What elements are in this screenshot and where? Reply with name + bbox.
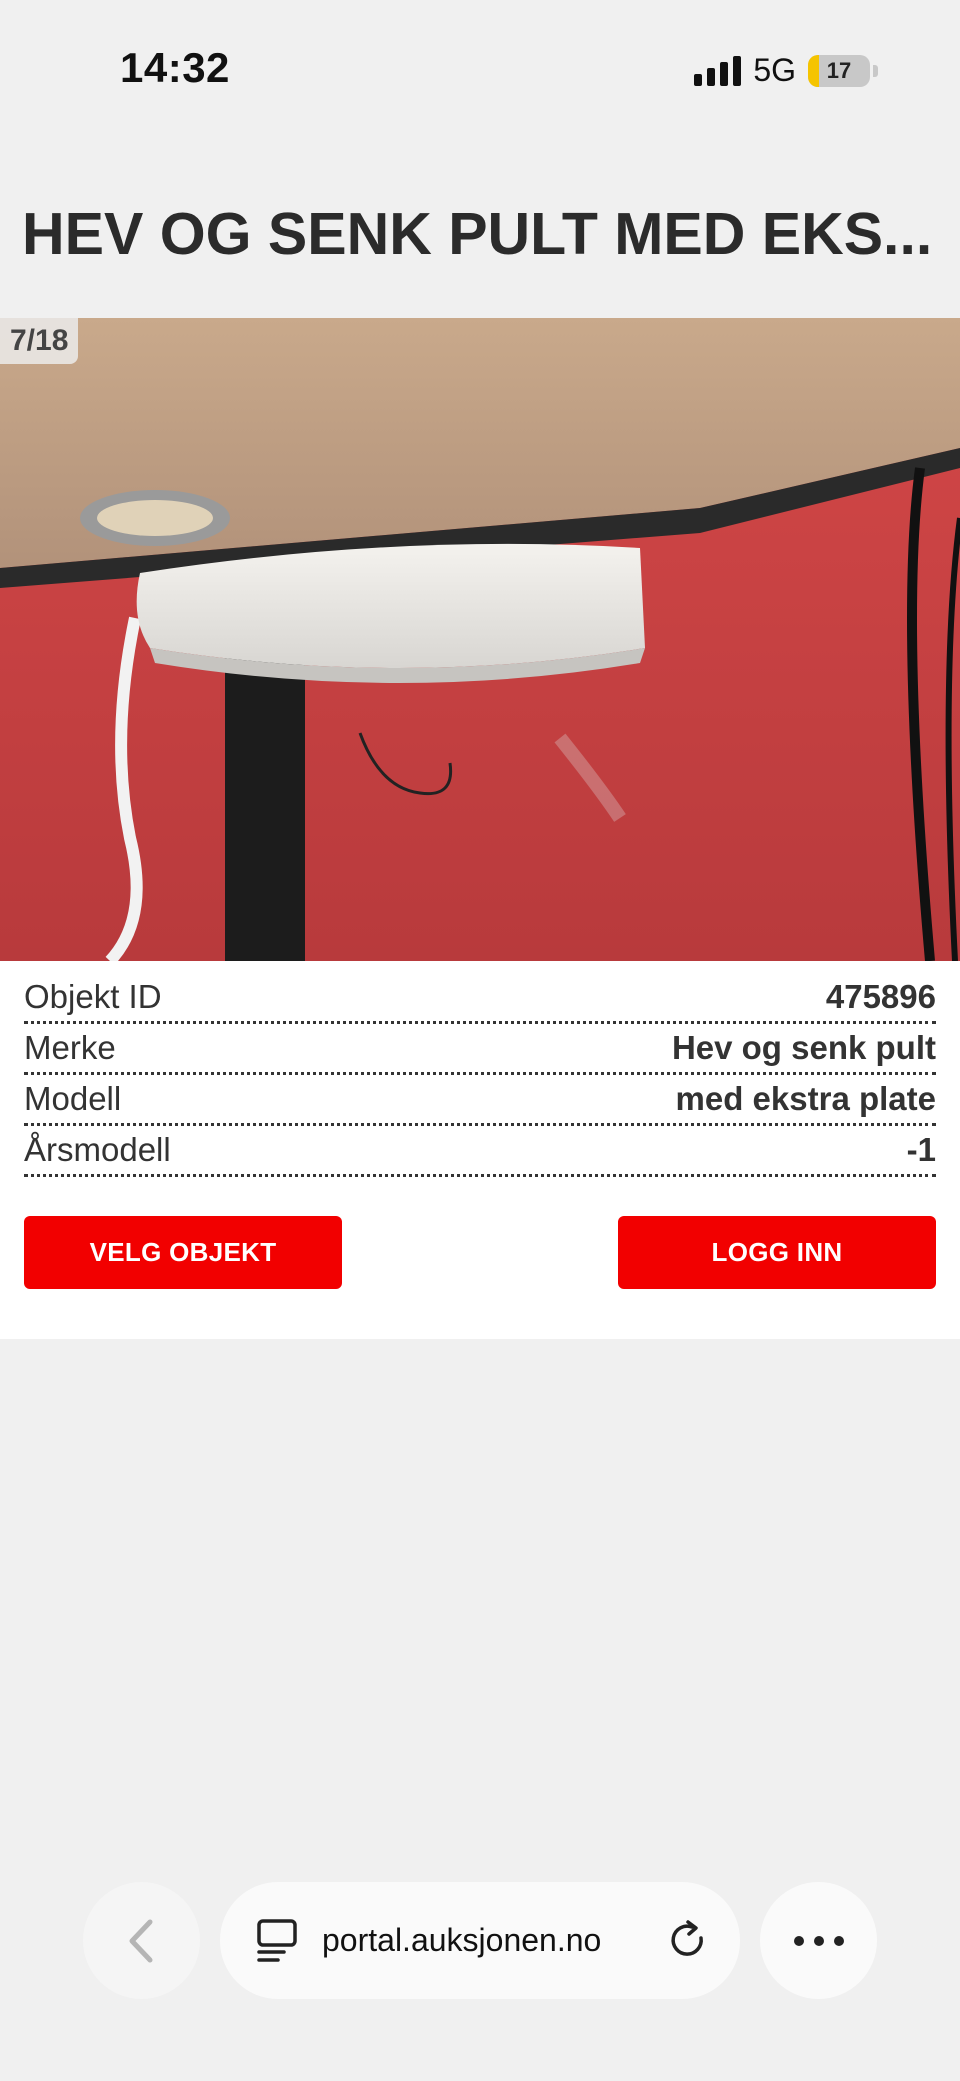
status-indicators: 5G 17 xyxy=(694,52,878,89)
network-label: 5G xyxy=(753,52,796,88)
status-time: 14:32 xyxy=(120,44,230,91)
battery-icon: 17 xyxy=(808,54,870,87)
detail-label: Modell xyxy=(24,1080,122,1117)
detail-row-model: Modell med ekstra plate xyxy=(24,1075,936,1126)
select-object-button[interactable]: VELG OBJEKT xyxy=(24,1216,342,1289)
status-bar: 14:32 5G 17 xyxy=(0,0,960,140)
detail-label: Objekt ID xyxy=(24,978,162,1015)
item-photo[interactable]: 7/18 xyxy=(0,318,960,961)
battery-fill xyxy=(808,54,819,87)
detail-value: Hev og senk pult xyxy=(671,1029,936,1066)
details-card: Objekt ID 475896 Merke Hev og senk pult … xyxy=(0,961,960,1339)
login-button[interactable]: LOGG INN xyxy=(618,1216,936,1289)
detail-value: med ekstra plate xyxy=(675,1080,936,1117)
detail-value: -1 xyxy=(906,1131,936,1168)
more-icon xyxy=(833,1935,844,1946)
detail-row-object-id: Objekt ID 475896 xyxy=(24,973,936,1024)
detail-row-year: Årsmodell -1 xyxy=(24,1126,936,1177)
url-text[interactable]: portal.auksjonen.no xyxy=(322,1922,601,1959)
more-icon xyxy=(813,1935,824,1946)
battery-level: 17 xyxy=(826,57,852,83)
back-icon xyxy=(129,1919,152,1962)
detail-label: Merke xyxy=(24,1029,116,1066)
more-button[interactable] xyxy=(760,1882,877,1999)
reload-icon[interactable] xyxy=(668,1920,710,1962)
detail-value: 475896 xyxy=(825,978,936,1015)
address-bar[interactable]: portal.auksjonen.no xyxy=(220,1882,740,1999)
detail-row-brand: Merke Hev og senk pult xyxy=(24,1024,936,1075)
more-icon xyxy=(793,1935,804,1946)
tabs-icon[interactable] xyxy=(256,1918,298,1964)
battery-cap xyxy=(873,64,878,77)
photo-counter: 7/18 xyxy=(0,318,79,364)
page-title: HEV OG SENK PULT MED EKS... xyxy=(22,201,933,267)
desk-photo-illustration xyxy=(0,318,960,961)
detail-label: Årsmodell xyxy=(24,1131,171,1168)
signal-icon xyxy=(694,55,742,86)
back-button[interactable] xyxy=(83,1882,200,1999)
